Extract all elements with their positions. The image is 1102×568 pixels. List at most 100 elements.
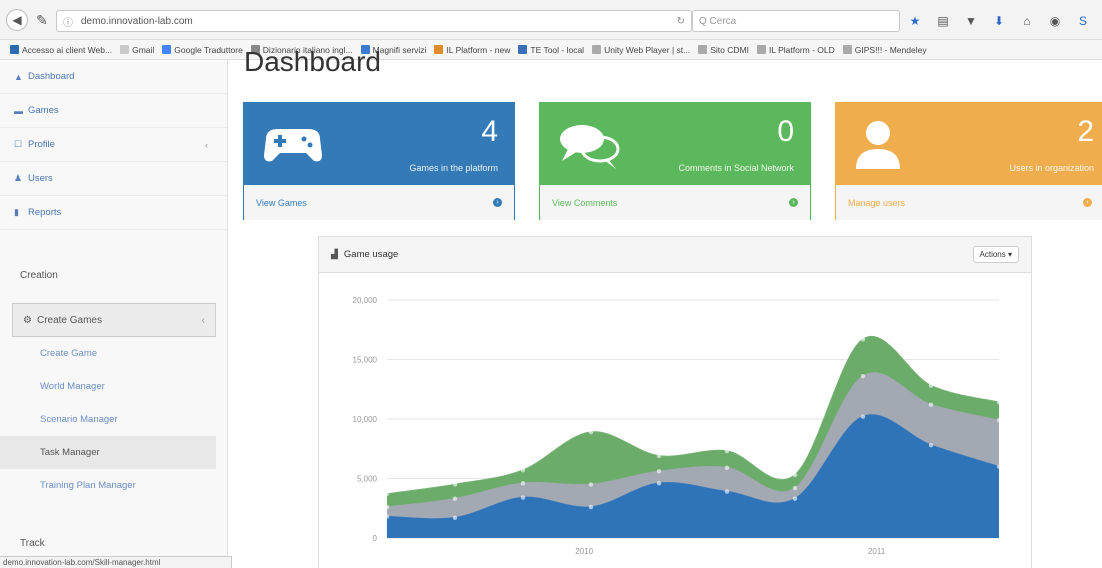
comments-icon (560, 125, 620, 169)
sub-item-label: Training Plan Manager (40, 480, 136, 491)
gamepad-icon (264, 129, 322, 162)
data-point (792, 472, 798, 478)
users-card-header: 2 Users in organization (836, 103, 1102, 185)
url-text: demo.innovation-lab.com (81, 15, 193, 27)
view-comments-link[interactable]: View Comments › (540, 185, 810, 220)
data-point (588, 482, 594, 487)
sidebar-item-scenario-manager[interactable]: Scenario Manager (0, 403, 216, 436)
bookmark-item[interactable]: Unity Web Player | st... (592, 45, 690, 55)
sidebar-item-world-manager[interactable]: World Manager (0, 370, 216, 403)
games-count: 4 (481, 115, 498, 148)
sidebar-item-task-manager[interactable]: Task Manager (0, 436, 216, 469)
wrench-icon[interactable]: ✎ (34, 9, 50, 31)
section-track: Track (20, 538, 45, 549)
profile-icon: ☐ (14, 139, 23, 149)
data-point (928, 383, 934, 388)
arrow-circle-right-icon: › (493, 198, 502, 207)
view-games-label: View Games (256, 197, 307, 208)
star-icon[interactable]: ★ (908, 14, 922, 28)
sidebar: ▲ Dashboard ▬ Games ☐ Profile ‹ ♟ Users … (0, 60, 228, 568)
reader-icon[interactable]: ▤ (936, 14, 950, 28)
sidebar-item-create-game[interactable]: Create Game (0, 337, 216, 370)
game-usage-panel: ▟ Game usage Actions ▾ 0 5,000 10,000 15,00… (318, 236, 1032, 568)
status-bar: demo.innovation-lab.com/Skill-manager.ht… (0, 556, 232, 568)
create-games-label: Create Games (36, 314, 102, 326)
y-tick-label: 5,000 (357, 475, 378, 484)
data-point (384, 514, 390, 519)
x-tick-label: 2011 (868, 547, 886, 556)
data-point (588, 504, 594, 510)
chat-icon[interactable]: ◉ (1048, 14, 1062, 28)
dashboard-icon: ▲ (14, 71, 23, 82)
sidebar-item-profile[interactable]: ☐ Profile ‹ (0, 128, 227, 162)
sidebar-item-games[interactable]: ▬ Games (0, 94, 227, 128)
sidebar-item-training-plan-manager[interactable]: Training Plan Manager (0, 469, 216, 502)
sidebar-item-dashboard[interactable]: ▲ Dashboard (0, 60, 227, 94)
bookmark-item[interactable]: Sito CDMI (698, 45, 749, 55)
sidebar-item-reports[interactable]: ▮ Reports (0, 196, 227, 230)
bookmark-icon (162, 45, 172, 54)
data-point (928, 442, 934, 448)
sidebar-item-users[interactable]: ♟ Users (0, 162, 227, 196)
download-icon[interactable]: ⬇ (992, 14, 1006, 28)
sidebar-item-label: Users (28, 173, 53, 184)
user-icon: ♟ (14, 173, 23, 183)
gear-icon: ⚙ (23, 314, 32, 326)
data-point (384, 504, 390, 510)
create-games-menu[interactable]: ⚙ Create Games ‹ (12, 303, 216, 337)
comments-count-label: Comments in Social Network (678, 163, 794, 173)
data-point (724, 489, 730, 494)
sidebar-item-label: Dashboard (28, 71, 75, 82)
reload-icon[interactable]: ↻ (677, 16, 685, 27)
home-icon[interactable]: ⌂ (1020, 14, 1034, 28)
bookmark-item[interactable]: Google Traduttore (162, 45, 243, 55)
bookmark-item[interactable]: TE Tool - local (518, 45, 584, 55)
y-tick-label: 15,000 (353, 356, 378, 365)
games-icon: ▬ (14, 105, 23, 116)
sub-item-label: Scenario Manager (40, 414, 118, 425)
url-bar[interactable]: ⓘ demo.innovation-lab.com ↻ (56, 10, 692, 32)
y-tick-label: 0 (373, 534, 378, 543)
chevron-left-icon: ‹ (201, 314, 205, 326)
toolbar-icons: ★ ▤ ▼ ⬇ ⌂ ◉ S (908, 10, 1090, 32)
data-point (860, 337, 866, 342)
info-icon: ⓘ (63, 17, 73, 29)
data-point (724, 448, 730, 454)
bookmark-label: GIPS!!! - Mendeley (854, 44, 927, 55)
data-point (520, 481, 526, 486)
sidebar-item-label: Profile (28, 139, 55, 150)
bookmark-icon (842, 45, 852, 54)
bookmark-item[interactable]: Accesso ai client Web... (10, 45, 112, 55)
actions-dropdown-button[interactable]: Actions ▾ (972, 246, 1019, 263)
data-point (452, 496, 458, 501)
sidebar-item-label: Reports (28, 207, 62, 218)
bookmark-icon (518, 45, 528, 54)
bookmark-icon (10, 45, 19, 54)
data-point (996, 400, 1002, 405)
data-point (996, 417, 1002, 423)
pocket-icon[interactable]: ▼ (964, 14, 978, 28)
search-placeholder: Q Cerca (699, 15, 737, 27)
bookmark-item[interactable]: IL Platform - new (434, 45, 510, 55)
skype-icon[interactable]: S (1076, 14, 1090, 28)
view-comments-label: View Comments (552, 197, 618, 208)
arrow-circle-right-icon: › (789, 198, 798, 207)
search-input[interactable]: Q Cerca (692, 10, 900, 32)
bookmark-item[interactable]: Gmail (120, 45, 154, 55)
page-title: Dashboard (244, 46, 381, 77)
data-point (792, 485, 798, 491)
user-icon (856, 121, 900, 169)
back-button[interactable]: ◀ (6, 9, 28, 31)
bookmark-label: Accesso ai client Web... (22, 44, 113, 55)
comments-count: 0 (777, 115, 794, 148)
data-point (792, 496, 798, 501)
bookmark-item[interactable]: IL Platform - OLD (756, 45, 835, 55)
bookmark-item[interactable]: GIPS!!! - Mendeley (842, 44, 927, 55)
manage-users-label: Manage users (848, 197, 906, 208)
chevron-left-icon: ‹ (205, 139, 208, 150)
data-point (384, 491, 390, 497)
data-point (656, 469, 662, 474)
games-count-label: Games in the platform (409, 163, 498, 173)
manage-users-link[interactable]: Manage users › (836, 185, 1102, 220)
view-games-link[interactable]: View Games › (244, 185, 514, 220)
